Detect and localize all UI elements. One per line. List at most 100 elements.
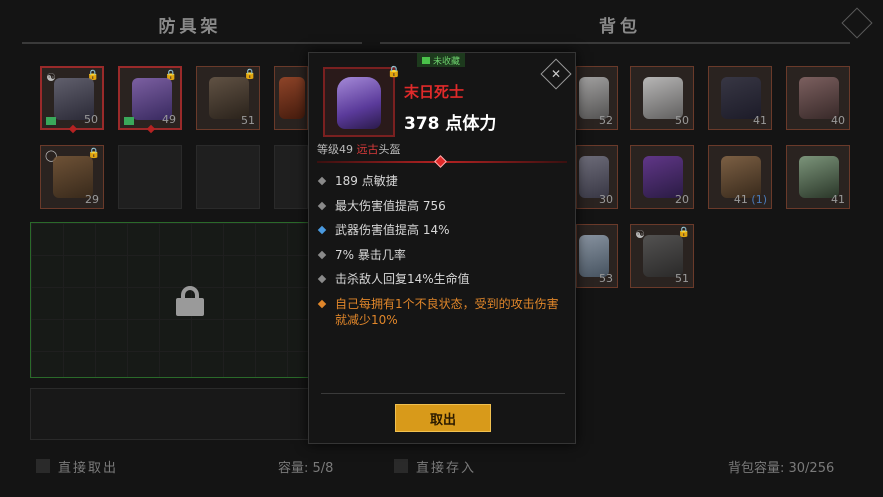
robe-icon [643,77,683,119]
diamond-icon [434,155,447,168]
tooltip-divider [321,393,565,394]
backpack-slot-2[interactable]: 50 [630,66,694,130]
uncollected-badge: 未收藏 [417,53,466,67]
codex-icon [46,117,56,125]
stat-line: 7% 暴击几率 [317,247,569,272]
item-name: 末日死士 [404,83,465,101]
book-icon [422,56,430,64]
slot-level: 51 [241,114,255,127]
diamond-bullet-icon [317,250,327,259]
slot-level-extra: (1) [751,193,767,206]
item-main-stat: 378 点体力 [404,114,497,134]
slot-level: 20 [675,193,689,206]
chest-armor-icon [643,235,683,277]
backpack-capacity-text: 背包容量: 30/256 [728,460,835,476]
stat-line: 189 点敏捷 [317,173,569,198]
diamond-bullet-icon [317,299,327,308]
backpack-slot-10[interactable]: ☯ 🔒 51 [630,224,694,288]
backpack-slot-1[interactable]: 52 [576,66,618,130]
take-out-all-label: 直接取出 [58,460,119,476]
backpack-slot-7[interactable]: 41 (1) [708,145,772,209]
checkbox-icon [394,459,408,473]
armor-slot-4[interactable] [274,66,308,130]
backpack-slot-3[interactable]: 41 [708,66,772,130]
close-tooltip-button[interactable]: ✕ [540,58,572,90]
stat-text: 7% 暴击几率 [335,247,406,262]
diamond-bullet-icon [317,274,327,284]
armor-rack-title-text: 防具架 [158,16,222,37]
backpack-capacity: 背包容量: 30/256 [728,451,834,481]
diamond-bullet-icon [317,201,327,210]
tunic-icon [721,156,761,198]
helmet-icon [337,77,381,129]
backpack-slot-5[interactable]: 30 [576,145,618,209]
diamond-bullet-icon [317,176,327,186]
stat-list: 189 点敏捷 最大伤害值提高 756 武器伤害值提高 14% 7% 暴击几率 … [317,173,569,328]
boots-icon [53,156,93,198]
backpack-slot-9[interactable]: 53 [576,224,618,288]
armor-slot-5[interactable]: ◯ 🔒 29 [40,145,104,209]
backpack-slot-8[interactable]: 41 [786,145,850,209]
checkbox-icon [36,459,50,473]
slot-level-value: 41 [733,193,748,206]
stat-line: 击杀敌人回复14%生命值 [317,271,569,296]
stat-line: 最大伤害值提高 756 [317,198,569,223]
stat-text: 189 点敏捷 [335,174,398,188]
slot-level: 51 [675,272,689,285]
special-stat-line: 自己每拥有1个不良状态，受到的攻击伤害就减少10% [317,296,569,328]
gauntlet-icon [579,156,609,198]
backpack-slot-6[interactable]: 20 [630,145,694,209]
diamond-bullet-icon [317,225,327,235]
cape-icon [721,77,761,119]
armor-slot-3[interactable]: 🔒 51 [196,66,260,130]
new-marker-icon [146,124,156,134]
store-all-button[interactable]: 直接存入 [394,451,476,481]
locked-storage-area-2 [30,388,312,440]
item-level-line: 等级49 远古头盔 [317,141,401,157]
stat-text: 击杀敌人回复14%生命值 [335,272,470,286]
close-icon: ✕ [550,67,562,81]
uncollected-label: 未收藏 [433,56,461,67]
slot-level: 41 [753,114,767,127]
codex-icon [124,117,134,125]
stat-text: 武器伤害值提高 14% [335,223,450,237]
item-tooltip: 未收藏 🔒 末日死士 378 点体力 ✕ 等级49 远古头盔 189 点敏捷 最… [308,52,576,444]
mask-icon [279,77,305,119]
special-stat-text: 自己每拥有1个不良状态，受到的攻击伤害就减少10% [335,296,559,327]
slot-level: 40 [831,114,845,127]
item-portrait [323,67,395,137]
boots-icon [799,77,839,119]
chest-armor-icon [209,77,249,119]
armor-rack-title: 防具架 [20,8,360,40]
window-close-icon[interactable] [841,7,873,39]
armor-rack-capacity-text: 容量: 5/8 [278,460,334,476]
armor-slot-empty[interactable] [118,145,182,209]
slot-level: 30 [599,193,613,206]
left-header-divider [22,42,362,44]
slot-level: 50 [675,114,689,127]
item-level: 等级49 [317,143,353,156]
armor-slot-empty[interactable] [274,145,308,209]
scarf-icon [799,156,839,198]
armor-slot-2[interactable]: 🔒 49 [118,66,182,134]
new-marker-icon [68,124,78,134]
lock-icon [176,286,204,316]
backpack-slot-4[interactable]: 40 [786,66,850,130]
armor-slot-empty[interactable] [196,145,260,209]
locked-storage-area [30,222,312,378]
lock-icon[interactable]: 🔒 [387,65,401,78]
slot-level: 41 (1) [734,193,767,206]
stat-line: 武器伤害值提高 14% [317,222,569,247]
take-out-button[interactable]: 取出 [395,404,491,432]
right-header-divider [380,42,850,44]
slot-level: 52 [599,114,613,127]
item-type: 头盔 [378,143,401,156]
take-out-button-label: 取出 [429,412,456,428]
boots-icon [579,235,609,277]
slot-level: 53 [599,272,613,285]
take-out-all-button[interactable]: 直接取出 [36,451,118,481]
store-all-label: 直接存入 [416,460,477,476]
slot-level: 49 [162,113,176,126]
item-quality: 远古 [356,143,379,156]
armor-slot-1[interactable]: ☯ 🔒 50 [40,66,104,134]
